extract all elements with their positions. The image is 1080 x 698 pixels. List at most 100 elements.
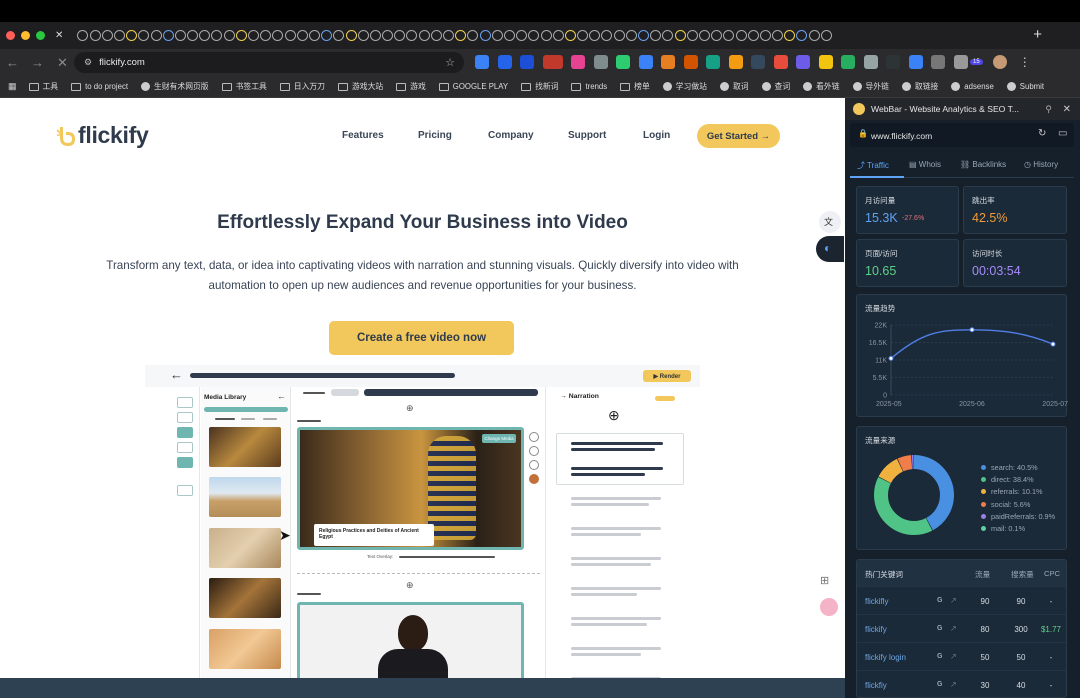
- bookmark-item[interactable]: 游戏: [396, 81, 426, 92]
- pin-icon[interactable]: ⚲: [1045, 104, 1052, 115]
- apps-float-icon[interactable]: ⊞: [820, 571, 838, 589]
- tab-favicon-icon[interactable]: [430, 30, 442, 41]
- get-started-button[interactable]: Get Started →: [697, 124, 780, 148]
- close-window-button[interactable]: [6, 31, 15, 40]
- tab-favicon-icon[interactable]: [613, 30, 625, 41]
- keyword-link[interactable]: flickify: [865, 625, 887, 634]
- extension-icon[interactable]: [818, 55, 833, 69]
- extension-icon[interactable]: [706, 55, 720, 69]
- tab-favicon-icon[interactable]: [808, 30, 820, 41]
- tab-backlinks[interactable]: ⛓ Backlinks: [960, 160, 1006, 169]
- keyword-link[interactable]: flickify login: [865, 653, 906, 662]
- browser-menu-icon[interactable]: ⋮: [1019, 55, 1031, 69]
- extension-icon[interactable]: [796, 55, 810, 69]
- tab-favicon-icon[interactable]: [406, 30, 418, 41]
- tab-favicon-icon[interactable]: [101, 30, 113, 41]
- bookmark-item[interactable]: to do project: [71, 82, 128, 91]
- extension-icon[interactable]: [542, 55, 563, 69]
- tab-favicon-icon[interactable]: [759, 30, 771, 41]
- tab-favicon-icon[interactable]: [382, 30, 394, 41]
- address-text[interactable]: flickify.com: [99, 57, 145, 68]
- tab-whois[interactable]: ▤ Whois: [909, 160, 941, 169]
- trend-icon[interactable]: ↗: [950, 680, 957, 689]
- extension-icon[interactable]: [886, 55, 900, 69]
- extension-icon[interactable]: [841, 55, 855, 69]
- tab-favicons[interactable]: [77, 22, 833, 49]
- forward-button[interactable]: →: [25, 55, 50, 70]
- tab-favicon-icon[interactable]: [345, 30, 357, 41]
- new-tab-button[interactable]: +: [1033, 26, 1042, 43]
- tab-favicon-icon[interactable]: [223, 30, 235, 41]
- refresh-icon[interactable]: ↻: [1038, 128, 1046, 139]
- tab-favicon-icon[interactable]: [698, 30, 710, 41]
- tab-favicon-icon[interactable]: [418, 30, 430, 41]
- bookmark-item[interactable]: 游戏大站: [337, 81, 383, 92]
- bookmark-item[interactable]: 工具: [28, 81, 58, 92]
- tab-favicon-icon[interactable]: [394, 30, 406, 41]
- tab-favicon-icon[interactable]: [211, 30, 223, 41]
- extension-icon[interactable]: [751, 55, 765, 69]
- tab-favicon-icon[interactable]: [138, 30, 150, 41]
- extension-icon[interactable]: [571, 55, 585, 69]
- tab-favicon-icon[interactable]: [113, 30, 125, 41]
- nav-company[interactable]: Company: [488, 130, 534, 141]
- tab-favicon-icon[interactable]: [650, 30, 662, 41]
- bookmark-item[interactable]: 书签工具: [221, 81, 267, 92]
- tab-favicon-icon[interactable]: [528, 30, 540, 41]
- translate-float-icon[interactable]: 文: [819, 211, 841, 233]
- profile-avatar[interactable]: [992, 55, 1007, 69]
- assistant-float-icon[interactable]: [820, 598, 838, 616]
- tab-favicon-icon[interactable]: [321, 30, 333, 41]
- extensions-bar[interactable]: 15 ⋮: [475, 55, 1031, 69]
- tab-favicon-icon[interactable]: [772, 30, 784, 41]
- tab-favicon-icon[interactable]: [723, 30, 735, 41]
- extension-icon[interactable]: [683, 55, 698, 69]
- tab-favicon-icon[interactable]: [248, 30, 260, 41]
- nav-features[interactable]: Features: [342, 130, 384, 141]
- tab-favicon-icon[interactable]: [150, 30, 162, 41]
- address-bar[interactable]: ⚙ flickify.com ☆: [74, 52, 464, 73]
- tab-favicon-icon[interactable]: [369, 30, 381, 41]
- tab-favicon-icon[interactable]: [89, 30, 101, 41]
- create-video-button[interactable]: Create a free video now: [329, 321, 514, 355]
- tab-favicon-icon[interactable]: [735, 30, 747, 41]
- keyword-link[interactable]: flickifly: [865, 597, 889, 606]
- google-icon[interactable]: G: [937, 681, 942, 688]
- tab-favicon-icon[interactable]: [564, 30, 576, 41]
- tab-favicon-icon[interactable]: [516, 30, 528, 41]
- tab-favicon-icon[interactable]: [540, 30, 552, 41]
- extension-icon[interactable]: [773, 55, 788, 69]
- bookmark-item[interactable]: 查词: [761, 81, 790, 92]
- tab-favicon-icon[interactable]: [235, 30, 247, 41]
- google-icon[interactable]: G: [937, 597, 942, 604]
- extension-icon[interactable]: [520, 55, 534, 69]
- tab-favicon-icon[interactable]: [747, 30, 759, 41]
- google-icon[interactable]: G: [937, 653, 942, 660]
- bookmark-item[interactable]: 学习做站: [662, 81, 707, 92]
- tab-favicon-icon[interactable]: [199, 30, 211, 41]
- keyword-row[interactable]: flickify login G ↗ 50 50 -: [857, 642, 1066, 670]
- extension-icon[interactable]: [908, 55, 923, 69]
- bookmark-item[interactable]: adsense: [951, 82, 994, 91]
- tab-favicon-icon[interactable]: [589, 30, 601, 41]
- trend-icon[interactable]: ↗: [950, 596, 957, 605]
- extension-icon[interactable]: [616, 55, 630, 69]
- reload-stop-icon[interactable]: ✕: [50, 55, 75, 71]
- close-tab-icon[interactable]: ✕: [55, 30, 63, 41]
- tab-favicon-icon[interactable]: [577, 30, 589, 41]
- extension-icon[interactable]: [661, 55, 675, 69]
- bookmark-item[interactable]: GOOGLE PLAY: [438, 82, 508, 91]
- bookmark-item[interactable]: 取链接: [901, 81, 938, 92]
- tab-favicon-icon[interactable]: [625, 30, 637, 41]
- trend-icon[interactable]: ↗: [950, 624, 957, 633]
- tab-favicon-icon[interactable]: [503, 30, 515, 41]
- keyword-row[interactable]: flickifly G ↗ 90 90 -: [857, 586, 1066, 614]
- tab-favicon-icon[interactable]: [174, 30, 186, 41]
- webbar-float-icon[interactable]: ◐: [816, 236, 844, 262]
- extension-icon[interactable]: [475, 55, 489, 69]
- tab-favicon-icon[interactable]: [796, 30, 808, 41]
- tab-favicon-icon[interactable]: [357, 30, 369, 41]
- tab-favicon-icon[interactable]: [638, 30, 650, 41]
- extension-icon[interactable]: [497, 55, 512, 69]
- extension-icon[interactable]: [953, 55, 968, 69]
